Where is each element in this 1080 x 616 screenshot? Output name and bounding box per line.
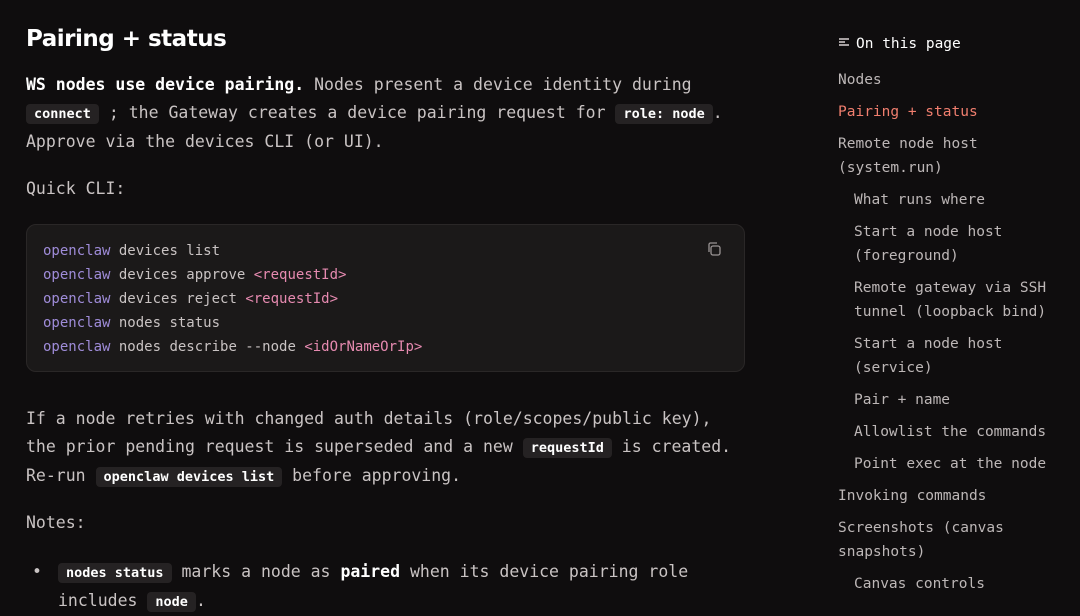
quick-cli-label: Quick CLI: — [26, 179, 126, 198]
code-devices-list: openclaw devices list — [95, 467, 283, 487]
toc-item-invoking-commands[interactable]: Invoking commands — [838, 484, 986, 508]
pairing-lead: WS nodes use device pairing. — [26, 75, 305, 94]
bold-paired: paired — [340, 562, 401, 581]
code-line: openclaw nodes status — [43, 315, 221, 331]
toc-item-start-node-host-svc[interactable]: Start a node host — [854, 332, 1002, 356]
toc-item-what-runs-where[interactable]: What runs where — [854, 188, 985, 212]
notes-list: • nodes status marks a node as paired wh… — [26, 558, 746, 616]
list-item: • nodes status marks a node as paired wh… — [26, 558, 746, 616]
toc-item-start-node-host-fg[interactable]: Start a node host — [854, 220, 1002, 244]
code-lines: openclaw devices list openclaw devices a… — [43, 239, 422, 359]
pairing-line-2: connect ; the Gateway creates a device p… — [26, 99, 723, 128]
toc-item-screenshots[interactable]: Screenshots (canvas — [838, 516, 1004, 540]
toc-item-remote-gateway-ssh-cont[interactable]: tunnel (loopback bind) — [854, 300, 1046, 324]
toc-item-remote-gateway-ssh[interactable]: Remote gateway via SSH — [854, 276, 1046, 300]
toc-item-point-exec[interactable]: Point exec at the node — [854, 452, 1046, 476]
list-icon — [838, 36, 850, 52]
toc-item-screenshots-cont[interactable]: snapshots) — [838, 540, 925, 564]
code-line: openclaw nodes describe --node <idOrName… — [43, 339, 423, 355]
code-block: openclaw devices list openclaw devices a… — [26, 224, 745, 372]
toc-item-canvas-controls[interactable]: Canvas controls — [854, 572, 985, 596]
toc-item-nodes[interactable]: Nodes — [838, 68, 882, 92]
toc-item-pairing-status[interactable]: Pairing + status — [838, 100, 978, 124]
copy-icon[interactable] — [706, 241, 724, 259]
code-node: node — [147, 592, 196, 612]
pairing-line-3: Approve via the devices CLI (or UI). — [26, 132, 384, 151]
code-role-node: role: node — [615, 104, 713, 124]
bullet: • — [32, 562, 42, 581]
toc-item-allowlist[interactable]: Allowlist the commands — [854, 420, 1046, 444]
toc-title: On this page — [856, 36, 961, 52]
toc-item-remote-node-host-cont[interactable]: (system.run) — [838, 156, 943, 180]
retry-paragraph: If a node retries with changed auth deta… — [26, 405, 731, 491]
section-heading: Pairing + status — [26, 26, 227, 52]
code-line: openclaw devices approve <requestId> — [43, 267, 347, 283]
code-line: openclaw devices list — [43, 243, 221, 259]
pairing-paragraph: WS nodes use device pairing. Nodes prese… — [26, 71, 723, 156]
retry-line-2: the prior pending request is superseded … — [26, 437, 732, 458]
code-nodes-status: nodes status — [58, 563, 172, 583]
notes-label: Notes: — [26, 513, 86, 532]
code-connect: connect — [26, 104, 99, 124]
toc-item-start-node-host-svc-cont[interactable]: (service) — [854, 356, 933, 380]
retry-line-1: If a node retries with changed auth deta… — [26, 409, 712, 428]
code-line: openclaw devices reject <requestId> — [43, 291, 339, 307]
toc-item-start-node-host-fg-cont[interactable]: (foreground) — [854, 244, 959, 268]
retry-line-3: Re-run openclaw devices list before appr… — [26, 466, 462, 487]
toc-item-pair-name[interactable]: Pair + name — [854, 388, 950, 412]
code-requestid: requestId — [522, 438, 612, 458]
pairing-line-1: WS nodes use device pairing. Nodes prese… — [26, 75, 692, 94]
toc-header: On this page — [838, 32, 961, 56]
toc-item-remote-node-host[interactable]: Remote node host — [838, 132, 978, 156]
